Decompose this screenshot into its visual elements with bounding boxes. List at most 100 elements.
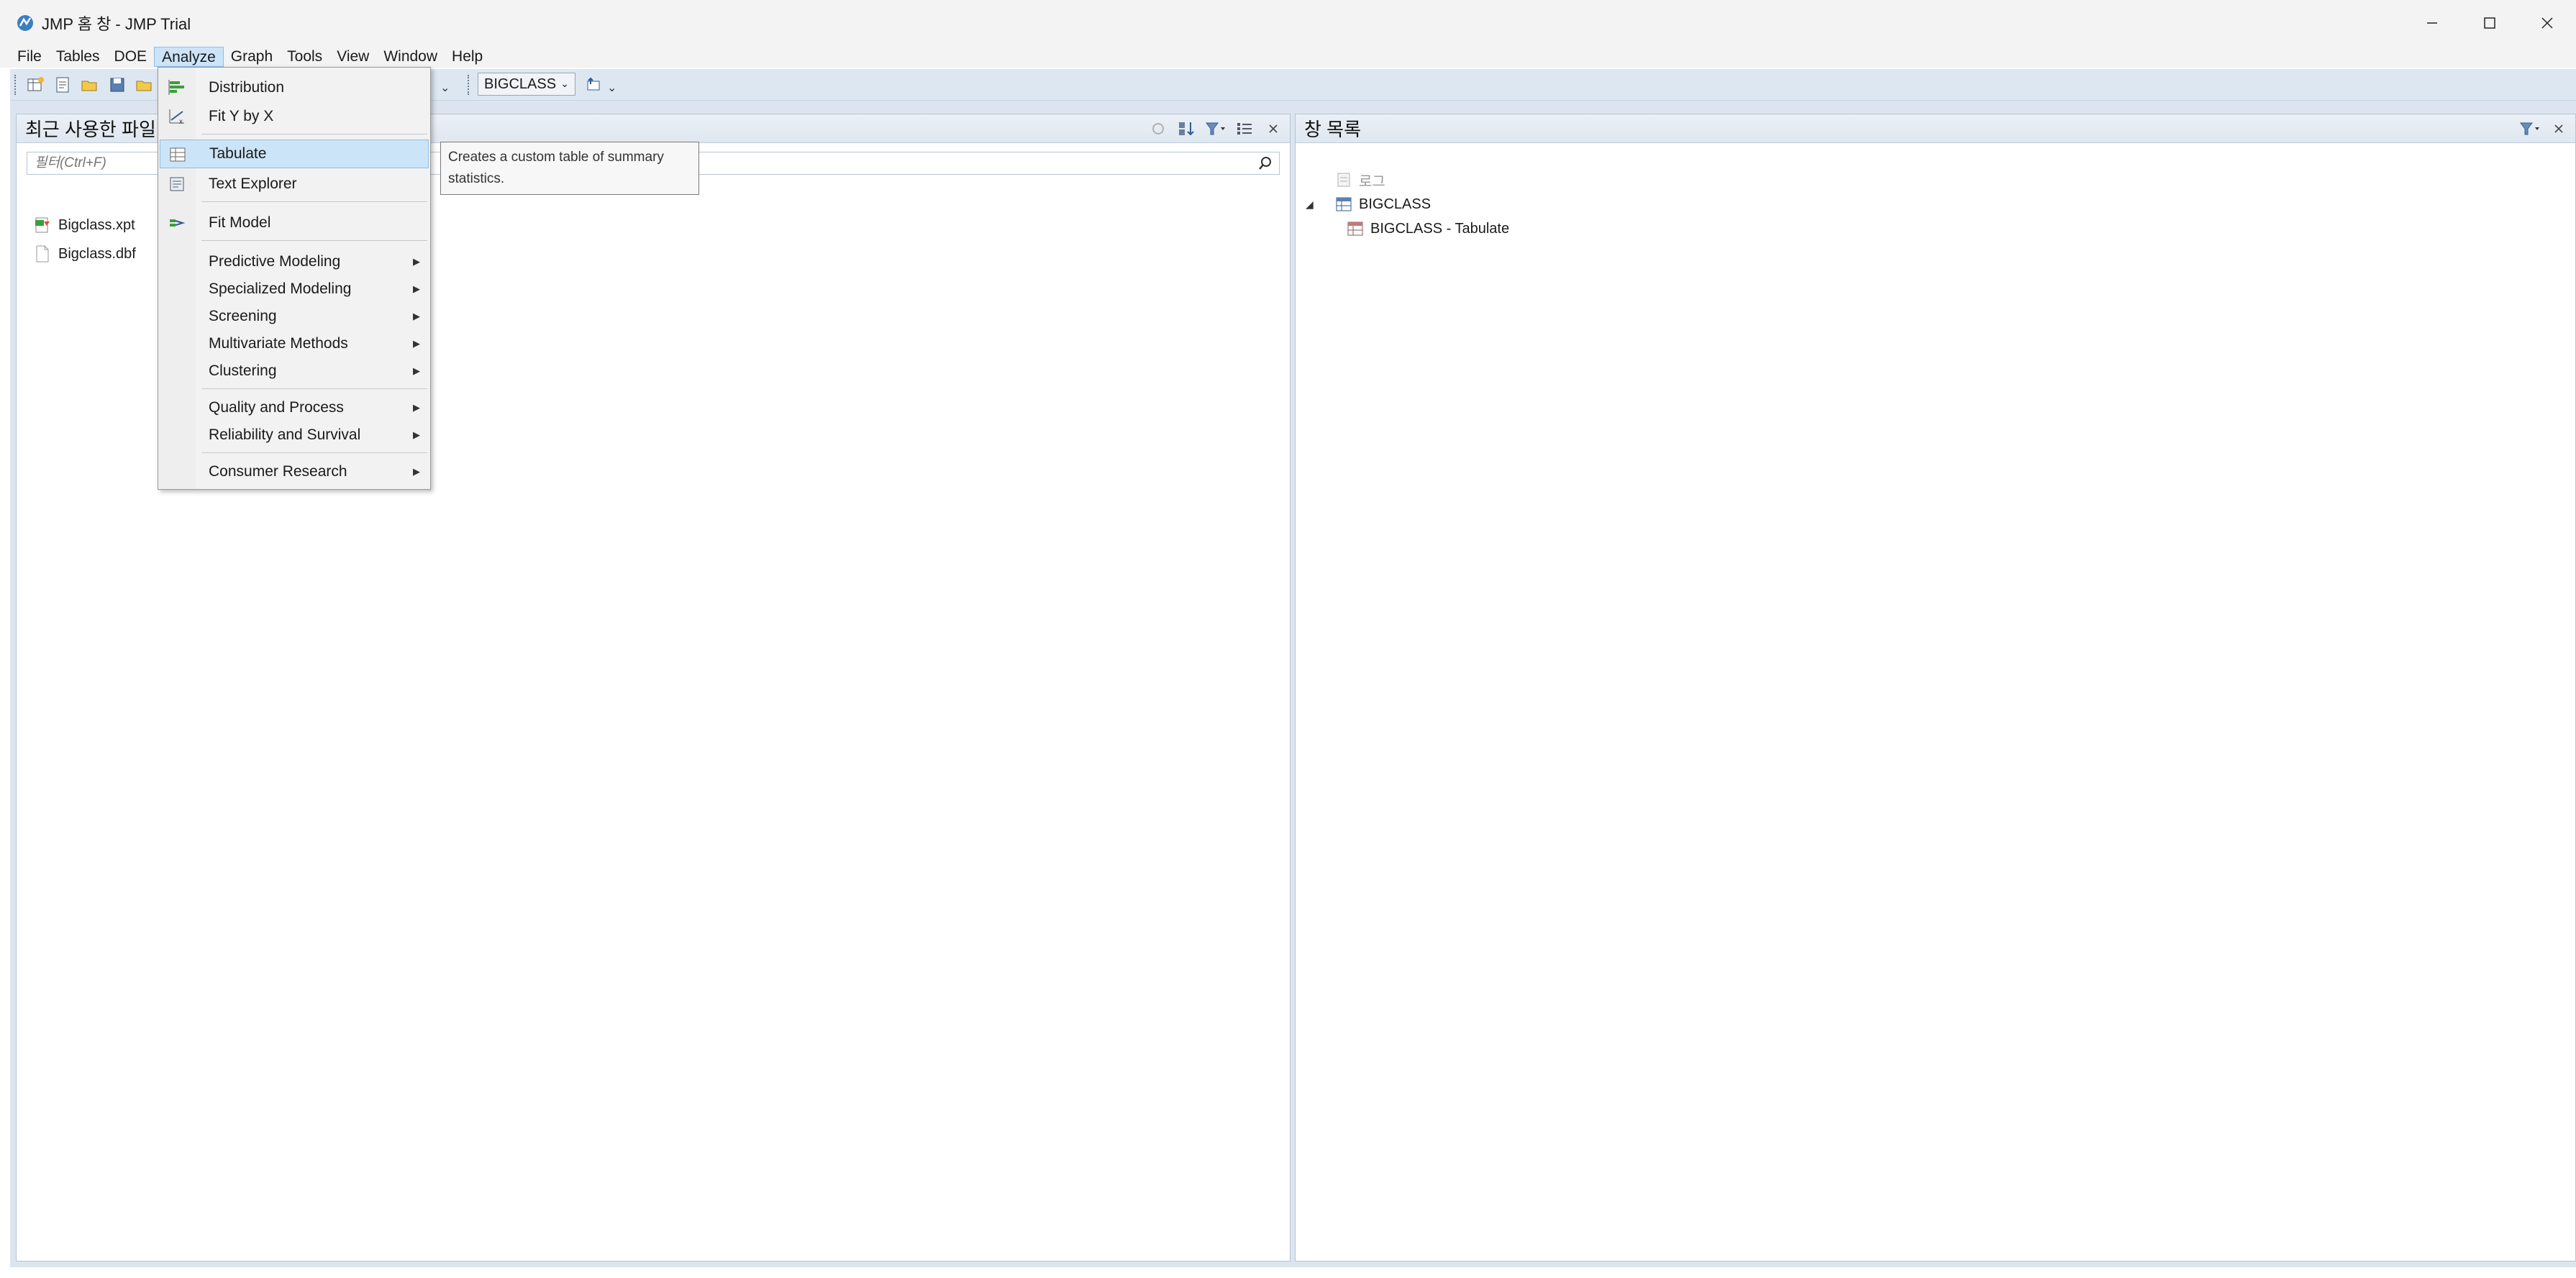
search-icon[interactable] xyxy=(1257,155,1273,171)
save-icon xyxy=(110,78,124,91)
menu-item-consumer-research[interactable]: Consumer Research ▶ xyxy=(160,457,429,486)
menu-analyze[interactable]: Analyze xyxy=(154,47,224,67)
menu-item-label: Multivariate Methods xyxy=(209,335,348,352)
open-button[interactable] xyxy=(79,74,101,96)
folder-icon xyxy=(136,81,152,91)
minimize-icon xyxy=(2427,22,2437,24)
menu-item-multivariate-methods[interactable]: Multivariate Methods ▶ xyxy=(160,329,429,358)
menu-file[interactable]: File xyxy=(10,47,49,67)
window-list-header: 창 목록 xyxy=(1296,114,2575,143)
submenu-arrow-icon: ▶ xyxy=(413,429,420,440)
analyze-menu: Distribution x Fit Y by X Tabulate Text … xyxy=(158,67,431,490)
recent-file-item[interactable]: Bigclass.dbf xyxy=(34,239,136,268)
menu-separator xyxy=(201,201,427,202)
text-explorer-icon xyxy=(170,177,184,191)
menu-item-screening[interactable]: Screening ▶ xyxy=(160,302,429,331)
recent-files-close-button[interactable] xyxy=(1261,118,1285,140)
menu-item-specialized-modeling[interactable]: Specialized Modeling ▶ xyxy=(160,275,429,303)
menu-item-reliability-and-survival[interactable]: Reliability and Survival ▶ xyxy=(160,421,429,449)
close-icon xyxy=(2541,17,2553,29)
data-table-select-value: BIGCLASS xyxy=(484,76,557,92)
menu-item-label: Screening xyxy=(209,308,277,324)
open-folder-button[interactable] xyxy=(134,74,155,96)
menu-item-label: Clustering xyxy=(209,362,277,379)
submenu-arrow-icon: ▶ xyxy=(413,256,420,267)
submenu-arrow-icon: ▶ xyxy=(413,365,420,376)
menu-item-label: Consumer Research xyxy=(209,463,347,480)
menu-view[interactable]: View xyxy=(329,47,376,67)
tree-item-label: BIGCLASS - Tabulate xyxy=(1370,220,1510,237)
menu-item-label: Text Explorer xyxy=(209,175,297,192)
menu-tables[interactable]: Tables xyxy=(49,47,107,67)
toolbar-grip[interactable] xyxy=(14,74,17,95)
menu-separator xyxy=(201,240,427,241)
toolbar-overflow-icon-2[interactable]: ⌄ xyxy=(607,81,616,95)
minimize-button[interactable] xyxy=(2403,0,2461,46)
menu-bar: File Tables DOE Analyze Graph Tools View… xyxy=(0,46,2576,68)
submenu-arrow-icon: ▶ xyxy=(413,402,420,413)
menu-item-quality-and-process[interactable]: Quality and Process ▶ xyxy=(160,393,429,422)
menu-item-label: Tabulate xyxy=(209,145,267,162)
submenu-arrow-icon: ▶ xyxy=(413,311,420,321)
expand-triangle-icon[interactable]: ◢ xyxy=(1306,198,1320,211)
save-button[interactable] xyxy=(106,74,128,96)
menu-item-tabulate[interactable]: Tabulate xyxy=(160,140,429,168)
menu-item-fit-model[interactable]: Fit Model xyxy=(160,209,429,237)
maximize-icon xyxy=(2484,17,2495,29)
filter-menu-button[interactable] xyxy=(1203,118,1228,140)
window-list-close-button[interactable] xyxy=(2547,118,2571,140)
data-table-icon xyxy=(1336,197,1352,211)
tree-item-log[interactable]: 로그 xyxy=(1306,168,1509,192)
recent-file-name: Bigclass.dbf xyxy=(58,245,136,262)
funnel-icon xyxy=(2520,122,2539,135)
recent-file-list: Bigclass.xpt Bigclass.dbf xyxy=(34,211,136,268)
toolbar-overflow-icon[interactable]: ⌄ xyxy=(440,81,450,95)
svg-text:x: x xyxy=(179,118,183,126)
recent-file-name: Bigclass.xpt xyxy=(58,216,135,233)
toolbar-grip-2[interactable] xyxy=(468,75,470,95)
list-view-button[interactable] xyxy=(1232,118,1257,140)
sort-button[interactable] xyxy=(1175,118,1199,140)
menu-item-label: Fit Model xyxy=(209,214,271,231)
tree-item-label: 로그 xyxy=(1359,173,1385,190)
title-bar: JMP 홈 창 - JMP Trial xyxy=(0,0,2576,46)
new-script-button[interactable] xyxy=(52,74,73,96)
menu-item-label: Specialized Modeling xyxy=(209,280,352,297)
tree-item-bigclass[interactable]: ◢ BIGCLASS xyxy=(1306,192,1509,216)
menu-help[interactable]: Help xyxy=(445,47,490,67)
menu-item-clustering[interactable]: Clustering ▶ xyxy=(160,357,429,385)
blank-file-icon xyxy=(36,245,49,263)
submenu-arrow-icon: ▶ xyxy=(413,338,420,349)
maximize-button[interactable] xyxy=(2461,0,2518,46)
menu-item-label: Fit Y by X xyxy=(209,108,274,124)
menu-item-text-explorer[interactable]: Text Explorer xyxy=(160,170,429,198)
menu-doe[interactable]: DOE xyxy=(107,47,155,67)
jmp-app-icon xyxy=(17,15,33,31)
menu-item-fit-y-by-x[interactable]: x Fit Y by X xyxy=(160,102,429,131)
menu-item-label: Quality and Process xyxy=(209,399,344,416)
menu-item-label: Predictive Modeling xyxy=(209,253,341,270)
sort-icon xyxy=(1179,122,1194,136)
log-icon xyxy=(1337,173,1350,187)
recent-file-item[interactable]: Bigclass.xpt xyxy=(34,211,136,239)
tree-item-bigclass-tabulate[interactable]: BIGCLASS - Tabulate xyxy=(1306,216,1509,241)
fit-y-by-x-icon: x xyxy=(169,109,184,126)
refresh-button[interactable] xyxy=(1146,118,1170,140)
close-button[interactable] xyxy=(2518,0,2576,46)
data-table-select[interactable]: BIGCLASS ⌄ xyxy=(478,73,575,96)
menu-tools[interactable]: Tools xyxy=(280,47,329,67)
report-icon xyxy=(1347,222,1363,236)
new-script-icon xyxy=(56,77,69,92)
window-filter-menu-button[interactable] xyxy=(2518,118,2542,140)
menu-item-label: Distribution xyxy=(209,79,285,96)
new-data-table-button[interactable] xyxy=(24,74,46,96)
menu-window[interactable]: Window xyxy=(376,47,445,67)
menu-separator xyxy=(201,452,427,453)
menu-graph[interactable]: Graph xyxy=(224,47,280,67)
data-table-view-button[interactable] xyxy=(583,73,604,95)
menu-item-distribution[interactable]: Distribution xyxy=(160,73,429,102)
tooltip-line-1: Creates a custom table of summary xyxy=(448,150,664,165)
menu-item-label: Reliability and Survival xyxy=(209,426,361,443)
close-icon xyxy=(2554,124,2563,133)
menu-item-predictive-modeling[interactable]: Predictive Modeling ▶ xyxy=(160,247,429,276)
